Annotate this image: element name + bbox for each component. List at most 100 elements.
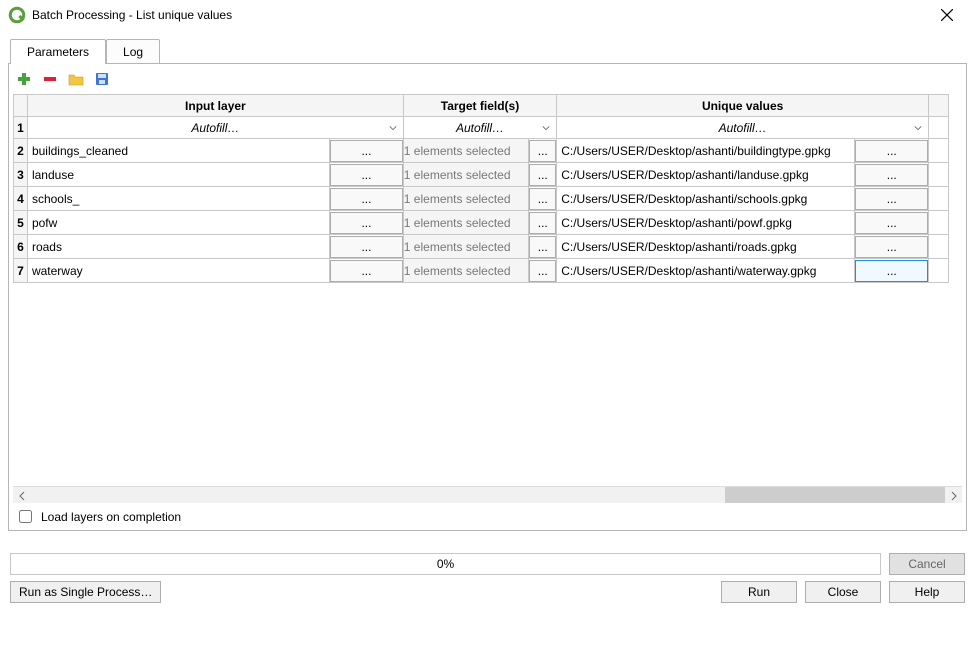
tab-panel-parameters: Input layer Target field(s) Unique value… [8, 63, 967, 531]
target-fields-cell: 1 elements selected [403, 235, 529, 259]
tab-parameters[interactable]: Parameters [10, 39, 106, 64]
col-input-layer[interactable]: Input layer [27, 95, 403, 117]
tab-log[interactable]: Log [106, 39, 160, 64]
input-layer-browse-button[interactable]: ... [330, 140, 403, 162]
load-layers-label: Load layers on completion [41, 510, 181, 524]
run-button[interactable]: Run [721, 581, 797, 603]
row-num: 3 [14, 163, 28, 187]
col-end [929, 95, 949, 117]
open-batch-button[interactable] [67, 70, 85, 88]
input-layer-browse-button[interactable]: ... [330, 188, 403, 210]
unique-values-cell[interactable] [557, 187, 855, 211]
scroll-right-arrow-icon[interactable] [945, 487, 962, 504]
autofill-target[interactable]: Autofill… [403, 117, 556, 139]
load-layers-checkbox[interactable] [19, 510, 32, 523]
input-layer-cell[interactable] [27, 163, 329, 187]
input-layer-browse-button[interactable]: ... [330, 212, 403, 234]
target-fields-select-button[interactable]: ... [529, 236, 556, 258]
chevron-down-icon [914, 124, 922, 132]
tabbar: Parameters Log [10, 38, 967, 63]
table-row: 7...1 elements selected...... [14, 259, 949, 283]
horizontal-scrollbar[interactable] [13, 486, 962, 503]
target-fields-cell: 1 elements selected [403, 139, 529, 163]
row-num: 7 [14, 259, 28, 283]
unique-values-cell[interactable] [557, 235, 855, 259]
target-fields-cell: 1 elements selected [403, 187, 529, 211]
target-fields-select-button[interactable]: ... [529, 260, 556, 282]
input-layer-cell[interactable] [27, 139, 329, 163]
row-num: 4 [14, 187, 28, 211]
unique-values-cell[interactable] [557, 163, 855, 187]
titlebar: Batch Processing - List unique values [0, 0, 975, 30]
input-layer-field[interactable] [28, 140, 329, 162]
chevron-down-icon [389, 124, 397, 132]
unique-values-browse-button[interactable]: ... [855, 236, 928, 258]
unique-values-browse-button[interactable]: ... [855, 140, 928, 162]
unique-values-browse-button[interactable]: ... [855, 188, 928, 210]
input-layer-browse-button[interactable]: ... [330, 260, 403, 282]
window-title: Batch Processing - List unique values [32, 8, 232, 22]
input-layer-field[interactable] [28, 164, 329, 186]
autofill-unique-label: Autofill… [719, 121, 767, 135]
autofill-input[interactable]: Autofill… [27, 117, 403, 139]
autofill-unique[interactable]: Autofill… [557, 117, 929, 139]
unique-values-browse-button[interactable]: ... [855, 260, 928, 282]
input-layer-cell[interactable] [27, 187, 329, 211]
row-num: 5 [14, 211, 28, 235]
input-layer-cell[interactable] [27, 259, 329, 283]
unique-values-field[interactable] [557, 164, 854, 186]
row-num: 2 [14, 139, 28, 163]
target-fields-select-button[interactable]: ... [529, 140, 556, 162]
target-fields-cell: 1 elements selected [403, 163, 529, 187]
target-fields-cell: 1 elements selected [403, 211, 529, 235]
help-button[interactable]: Help [889, 581, 965, 603]
col-target-fields[interactable]: Target field(s) [403, 95, 556, 117]
remove-row-button[interactable] [41, 70, 59, 88]
target-fields-select-button[interactable]: ... [529, 164, 556, 186]
unique-values-cell[interactable] [557, 139, 855, 163]
autofill-target-label: Autofill… [456, 121, 504, 135]
col-unique-values[interactable]: Unique values [557, 95, 929, 117]
autofill-input-label: Autofill… [191, 121, 239, 135]
app-icon [8, 6, 26, 24]
save-batch-button[interactable] [93, 70, 111, 88]
target-fields-select-button[interactable]: ... [529, 212, 556, 234]
unique-values-field[interactable] [557, 188, 854, 210]
unique-values-field[interactable] [557, 236, 854, 258]
rowhead-blank [14, 95, 28, 117]
table-row: 2...1 elements selected...... [14, 139, 949, 163]
unique-values-field[interactable] [557, 140, 854, 162]
input-layer-browse-button[interactable]: ... [330, 164, 403, 186]
scroll-thumb[interactable] [725, 487, 945, 503]
unique-values-cell[interactable] [557, 259, 855, 283]
target-fields-cell: 1 elements selected [403, 259, 529, 283]
cancel-button[interactable]: Cancel [889, 553, 965, 575]
batch-toolbar [13, 68, 962, 94]
input-layer-field[interactable] [28, 260, 329, 282]
unique-values-browse-button[interactable]: ... [855, 212, 928, 234]
input-layer-browse-button[interactable]: ... [330, 236, 403, 258]
table-row: 6...1 elements selected...... [14, 235, 949, 259]
unique-values-cell[interactable] [557, 211, 855, 235]
table-header-row: Input layer Target field(s) Unique value… [14, 95, 949, 117]
unique-values-field[interactable] [557, 260, 854, 282]
autofill-row: 1 Autofill… Autofill… Autofill… [14, 117, 949, 139]
close-button[interactable]: Close [805, 581, 881, 603]
table-row: 5...1 elements selected...... [14, 211, 949, 235]
unique-values-field[interactable] [557, 212, 854, 234]
unique-values-browse-button[interactable]: ... [855, 164, 928, 186]
row-num-1: 1 [14, 117, 28, 139]
input-layer-field[interactable] [28, 212, 329, 234]
progress-bar: 0% [10, 553, 881, 575]
run-as-single-button[interactable]: Run as Single Process… [10, 581, 161, 603]
input-layer-field[interactable] [28, 188, 329, 210]
table-row: 4...1 elements selected...... [14, 187, 949, 211]
input-layer-field[interactable] [28, 236, 329, 258]
add-row-button[interactable] [15, 70, 33, 88]
scroll-left-arrow-icon[interactable] [13, 487, 30, 504]
window-close-button[interactable] [927, 1, 967, 29]
target-fields-select-button[interactable]: ... [529, 188, 556, 210]
table-row: 3...1 elements selected...... [14, 163, 949, 187]
input-layer-cell[interactable] [27, 211, 329, 235]
input-layer-cell[interactable] [27, 235, 329, 259]
